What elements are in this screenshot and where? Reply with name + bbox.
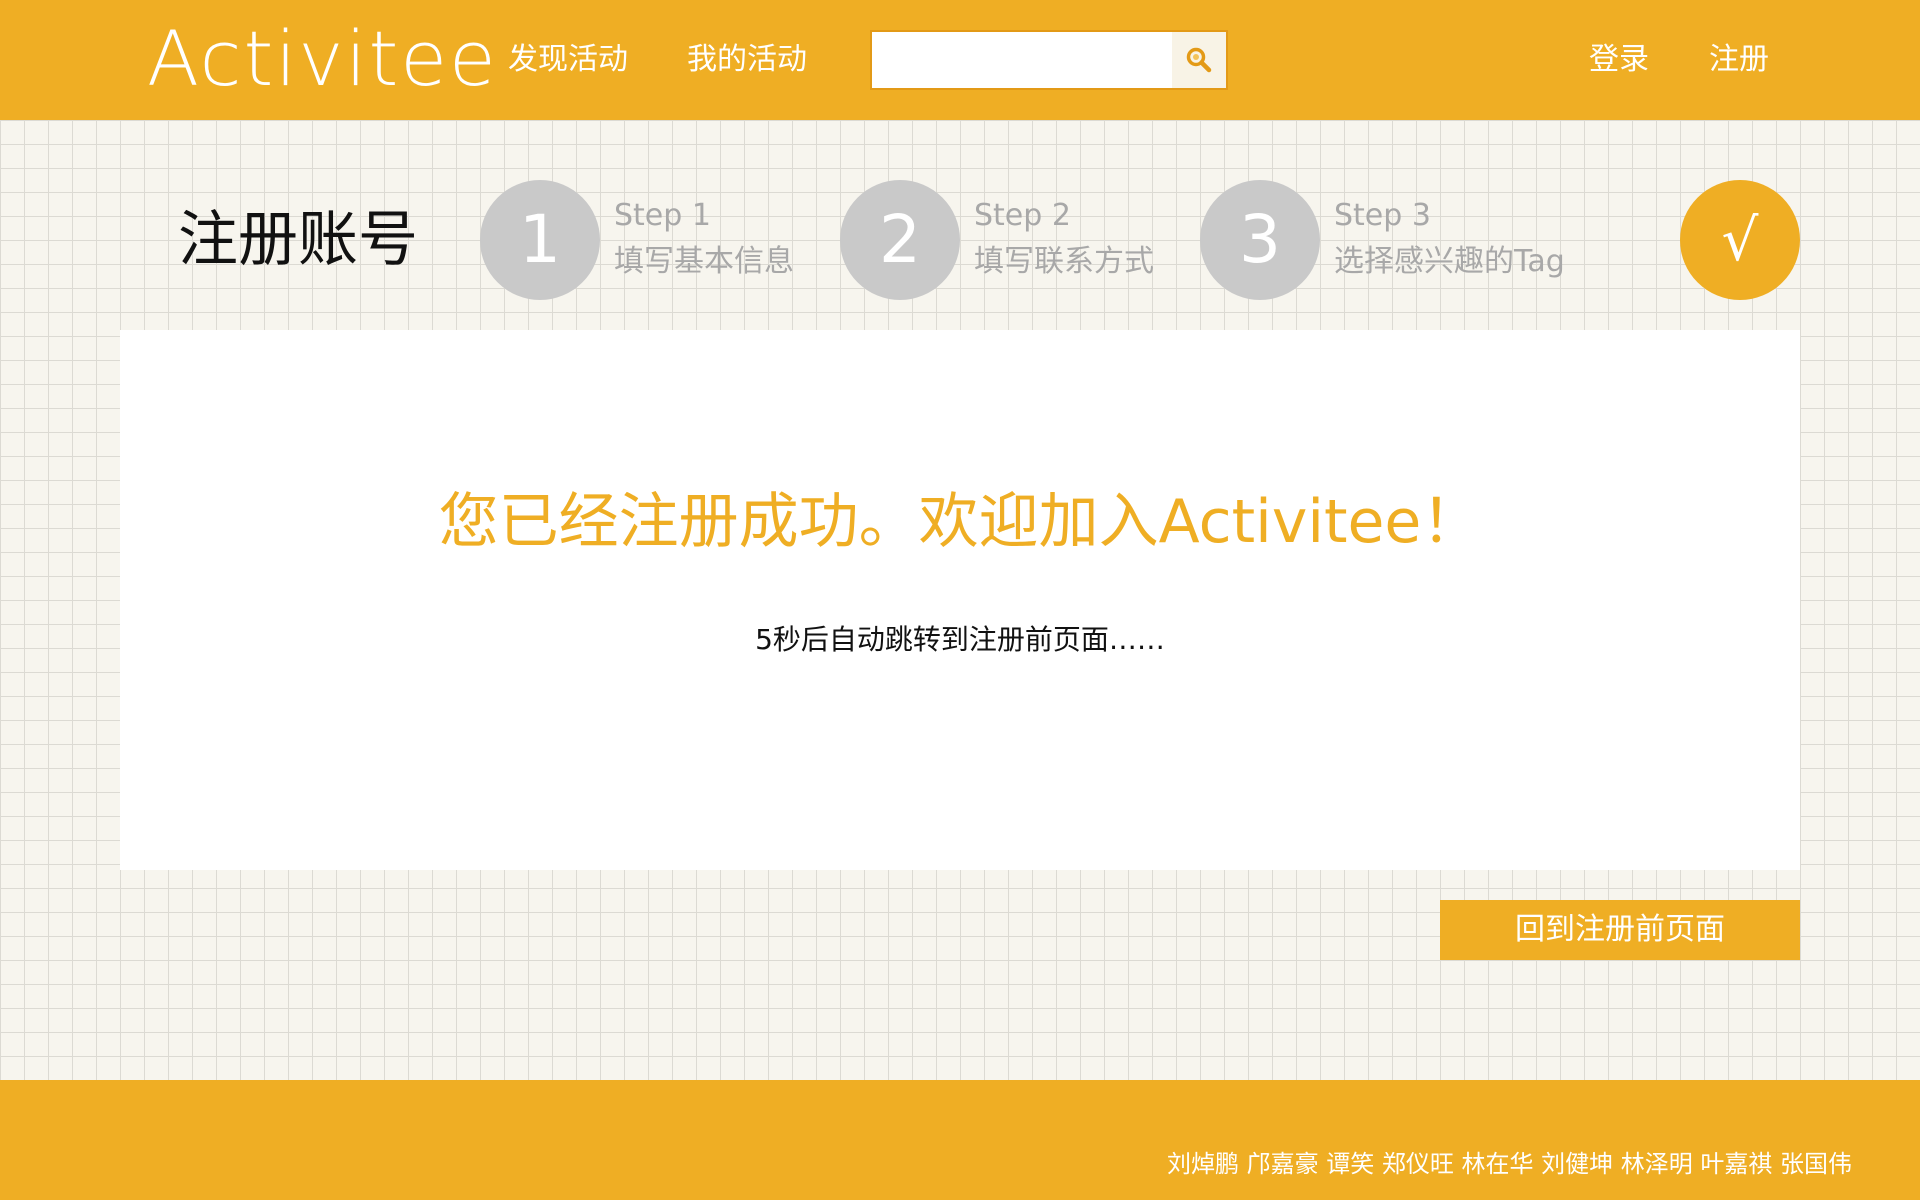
step-2-badge: 2 bbox=[840, 180, 960, 300]
search-icon bbox=[1186, 47, 1212, 73]
success-message: 您已经注册成功。欢迎加入Activitee！ bbox=[438, 487, 1482, 557]
redirect-notice: 5秒后自动跳转到注册前页面…… bbox=[755, 623, 1165, 656]
step-3-description: 选择感兴趣的Tag bbox=[1334, 244, 1565, 279]
login-link[interactable]: 登录 bbox=[1589, 38, 1649, 82]
complete-check-icon: √ bbox=[1680, 180, 1800, 300]
success-panel: 您已经注册成功。欢迎加入Activitee！ 5秒后自动跳转到注册前页面…… bbox=[120, 330, 1800, 870]
back-to-previous-page-button[interactable]: 回到注册前页面 bbox=[1440, 900, 1800, 960]
search-button[interactable] bbox=[1172, 32, 1226, 88]
search-input[interactable] bbox=[872, 32, 1172, 88]
step-1-heading: Step 1 bbox=[614, 198, 711, 233]
nav-my-activities[interactable]: 我的活动 bbox=[687, 38, 807, 82]
step-1-description: 填写基本信息 bbox=[614, 244, 794, 279]
step-2-description: 填写联系方式 bbox=[974, 244, 1154, 279]
nav-discover-activities[interactable]: 发现活动 bbox=[508, 38, 628, 82]
step-2-heading: Step 2 bbox=[974, 198, 1071, 233]
step-3-badge: 3 bbox=[1200, 180, 1320, 300]
site-logo[interactable]: Activitee bbox=[147, 14, 498, 104]
search-box bbox=[870, 30, 1228, 90]
step-1-badge: 1 bbox=[480, 180, 600, 300]
team-credits: 刘焯鹏 邝嘉豪 谭笑 郑仪旺 林在华 刘健坤 林泽明 叶嘉祺 张国伟 bbox=[1166, 1150, 1852, 1178]
top-header: Activitee 发现活动 我的活动 登录 注册 bbox=[0, 0, 1920, 120]
page-title: 注册账号 bbox=[178, 205, 418, 275]
footer: 刘焯鹏 邝嘉豪 谭笑 郑仪旺 林在华 刘健坤 林泽明 叶嘉祺 张国伟 bbox=[0, 1080, 1920, 1200]
register-link[interactable]: 注册 bbox=[1709, 38, 1769, 82]
step-3-heading: Step 3 bbox=[1334, 198, 1431, 233]
